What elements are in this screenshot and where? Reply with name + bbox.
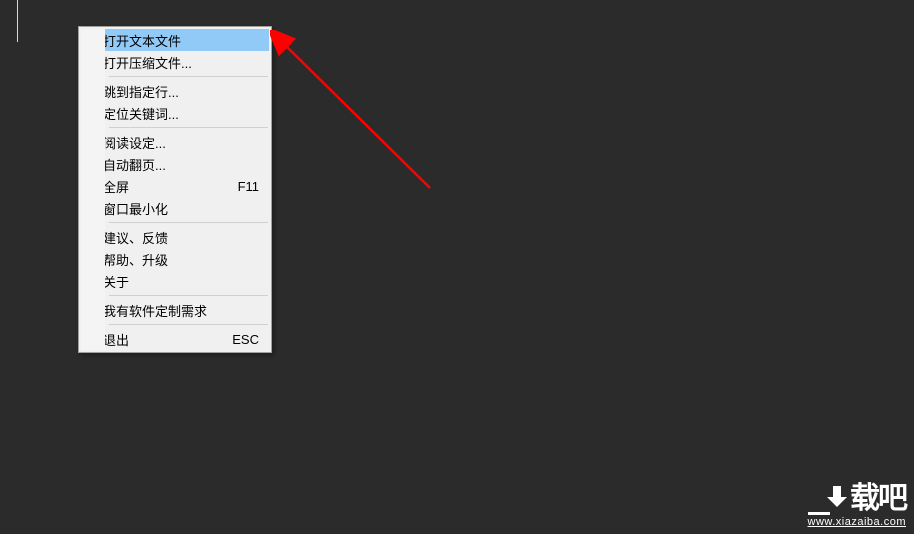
menu-item[interactable]: 阅读设定... <box>81 131 269 153</box>
menu-item-shortcut: F11 <box>227 179 263 194</box>
menu-separator <box>109 127 268 128</box>
menu-item[interactable]: 打开压缩文件... <box>81 51 269 73</box>
menu-item[interactable]: 跳到指定行... <box>81 80 269 102</box>
menu-item[interactable]: 关于 <box>81 270 269 292</box>
menu-item-label: 窗口最小化 <box>103 199 227 218</box>
menu-item-label: 自动翻页... <box>103 155 227 174</box>
menu-item-label: 关于 <box>103 272 227 291</box>
menu-item-label: 跳到指定行... <box>103 82 227 101</box>
menu-item[interactable]: ✓全屏F11 <box>81 175 269 197</box>
menu-item[interactable]: 我有软件定制需求 <box>81 299 269 321</box>
menu-item-label: 我有软件定制需求 <box>103 301 227 320</box>
watermark: 载吧 www.xiazaiba.com <box>808 484 906 528</box>
context-menu: 打开文本文件打开压缩文件... 跳到指定行... 定位关键词... 阅读设定... 自动… <box>78 26 272 353</box>
menu-item-label: 全屏 <box>103 177 227 196</box>
menu-separator <box>109 222 268 223</box>
menu-item-label: 帮助、升级 <box>103 250 227 269</box>
menu-item-label: 退出 <box>103 330 227 349</box>
menu-item-label: 定位关键词... <box>103 104 227 123</box>
watermark-logo: 载吧 <box>808 484 906 514</box>
menu-item-shortcut: ESC <box>227 332 263 347</box>
menu-item[interactable]: 自动翻页... <box>81 153 269 175</box>
menu-gutter <box>81 29 105 350</box>
menu-item-label: 打开文本文件 <box>103 31 227 50</box>
menu-item[interactable]: 退出ESC <box>81 328 269 350</box>
menu-item[interactable]: 定位关键词... <box>81 102 269 124</box>
menu-separator <box>109 76 268 77</box>
download-icon <box>826 486 848 512</box>
menu-item[interactable]: 建议、反馈 <box>81 226 269 248</box>
download-icon-base <box>808 512 830 515</box>
menu-item-label: 阅读设定... <box>103 133 227 152</box>
watermark-url: www.xiazaiba.com <box>808 516 906 528</box>
menu-item-label: 打开压缩文件... <box>103 53 227 72</box>
annotation-arrow <box>270 30 450 200</box>
menu-separator <box>109 295 268 296</box>
menu-item-label: 建议、反馈 <box>103 228 227 247</box>
text-cursor <box>17 0 18 42</box>
menu-item[interactable]: 打开文本文件 <box>81 29 269 51</box>
watermark-logo-text: 载吧 <box>850 484 906 514</box>
menu-item[interactable]: 帮助、升级 <box>81 248 269 270</box>
menu-separator <box>109 324 268 325</box>
menu-item[interactable]: 窗口最小化 <box>81 197 269 219</box>
